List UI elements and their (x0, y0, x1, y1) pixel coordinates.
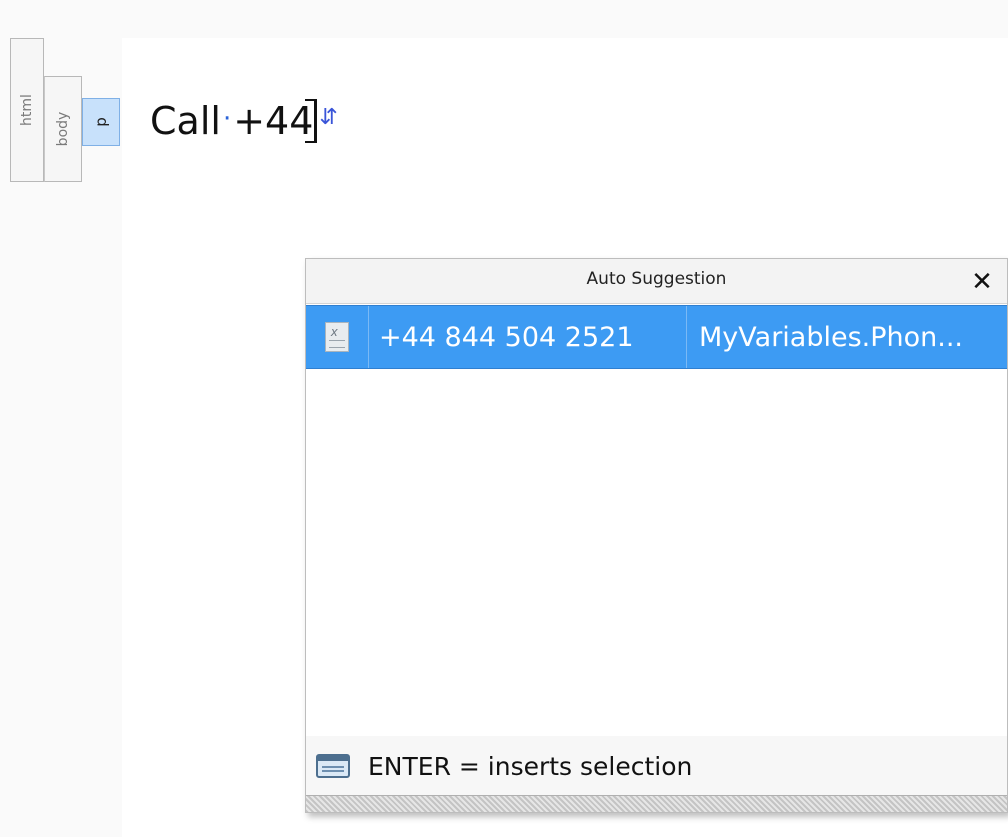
keyboard-icon (316, 754, 350, 778)
tag-tab-body[interactable]: body (44, 76, 82, 182)
editor-text-line[interactable]: Call · +44 ⇵ (150, 96, 338, 146)
tag-tab-p[interactable]: p (82, 98, 120, 146)
variable-doc-icon (325, 322, 349, 352)
resize-grip[interactable] (306, 795, 1007, 812)
text-caret (305, 99, 318, 143)
popup-header: Auto Suggestion ✕ (306, 259, 1007, 304)
suggestion-icon-cell (306, 306, 369, 368)
popup-footer: ENTER = inserts selection (306, 736, 1007, 796)
suggestion-value: +44 844 504 2521 (369, 306, 687, 368)
tag-tab-p-label: p (92, 117, 110, 127)
tag-tab-html[interactable]: html (10, 38, 44, 182)
auto-suggestion-popup: Auto Suggestion ✕ +44 844 504 2521 MyVar… (305, 258, 1008, 813)
editor-page: html body p Call · +44 ⇵ Auto Suggestion… (0, 0, 1008, 837)
tag-tab-body-label: body (55, 111, 71, 147)
popup-title: Auto Suggestion (586, 269, 727, 289)
paragraph-marker-icon: ⇵ (319, 104, 338, 130)
suggestion-source: MyVariables.Phon... (699, 321, 964, 353)
footer-hint: ENTER = inserts selection (368, 751, 693, 781)
space-marker: · (222, 104, 232, 134)
suggestion-row[interactable]: +44 844 504 2521 MyVariables.Phon... (306, 305, 1007, 369)
editor-text-call: Call (150, 99, 221, 143)
top-gutter (0, 0, 1008, 38)
tag-tab-html-label: html (19, 94, 35, 126)
editor-text-number: +44 (233, 99, 314, 143)
close-button[interactable]: ✕ (969, 268, 995, 294)
